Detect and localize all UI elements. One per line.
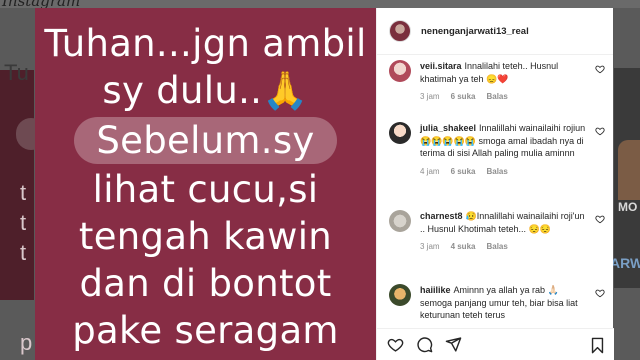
- comment-item: haiilike Aminnn ya allah ya rab 🙏🏻 semoga…: [389, 284, 611, 322]
- author-avatar[interactable]: [389, 20, 411, 42]
- post-image[interactable]: Tuhan...jgn ambil sy dulu..🙏 Sebelum.sy …: [35, 8, 376, 360]
- post-text-line: tengah kawin: [78, 215, 333, 258]
- comment-likes[interactable]: 4 suka: [451, 242, 476, 251]
- commenter-avatar[interactable]: [389, 210, 411, 232]
- comment-icon[interactable]: [416, 336, 433, 353]
- share-icon[interactable]: [445, 336, 462, 353]
- heart-icon[interactable]: [595, 126, 605, 136]
- comment-likes[interactable]: 6 suka: [451, 167, 476, 176]
- comment-item: charnest8 😥Innalillahi wainailaihi roji'u…: [389, 210, 611, 251]
- background-left-text: Tu: [4, 60, 29, 85]
- reply-button[interactable]: Balas: [486, 242, 507, 251]
- post-action-bar: [377, 328, 614, 360]
- reply-button[interactable]: Balas: [486, 167, 507, 176]
- background-left-word: t: [20, 180, 27, 205]
- background-left-word: t: [20, 240, 27, 265]
- post-text-line: dan di bontot: [79, 262, 332, 305]
- author-username[interactable]: nenenganjarwati13_real: [421, 26, 529, 37]
- post-text-line: pake seragam: [72, 309, 339, 352]
- comment-time[interactable]: 3 jam: [420, 242, 440, 251]
- bookmark-icon[interactable]: [589, 337, 606, 354]
- post-header: nenenganjarwati13_real: [377, 8, 613, 55]
- commenter-username[interactable]: julia_shakeel: [420, 123, 476, 133]
- comment-item: julia_shakeel Innalillahi wainailaihi roj…: [389, 122, 611, 176]
- background-left-word: p: [20, 330, 33, 355]
- heart-icon[interactable]: [595, 64, 605, 74]
- post-text-highlight: Sebelum.sy: [74, 117, 337, 164]
- background-topbar: [0, 0, 640, 8]
- comment-likes[interactable]: 6 suka: [451, 92, 476, 101]
- reply-button[interactable]: Balas: [486, 92, 507, 101]
- comment-item: veii.sitara Innalilahi teteh.. Husnul kha…: [389, 60, 611, 101]
- comment-time[interactable]: 4 jam: [420, 167, 440, 176]
- background-right-label: MO: [618, 200, 638, 214]
- post-text-line: sy dulu..🙏: [102, 69, 309, 112]
- heart-icon[interactable]: [595, 214, 605, 224]
- post-text-line: Tuhan...jgn ambil: [44, 22, 367, 65]
- heart-icon[interactable]: [387, 336, 404, 353]
- background-left-word: t: [20, 210, 27, 235]
- commenter-avatar[interactable]: [389, 284, 411, 306]
- background-left-post: [0, 70, 34, 300]
- commenter-username[interactable]: charnest8: [420, 211, 463, 221]
- comments-panel: nenenganjarwati13_real veii.sitara Innali…: [376, 8, 614, 360]
- background-right-label2: ARW: [610, 255, 640, 271]
- commenter-username[interactable]: veii.sitara: [420, 61, 462, 71]
- background-right-person: [618, 140, 640, 200]
- commenter-username[interactable]: haiilike: [420, 285, 451, 295]
- commenter-avatar[interactable]: [389, 60, 411, 82]
- post-text-line: lihat cucu,si: [92, 168, 319, 211]
- comment-time[interactable]: 3 jam: [420, 92, 440, 101]
- heart-icon[interactable]: [595, 288, 605, 298]
- commenter-avatar[interactable]: [389, 122, 411, 144]
